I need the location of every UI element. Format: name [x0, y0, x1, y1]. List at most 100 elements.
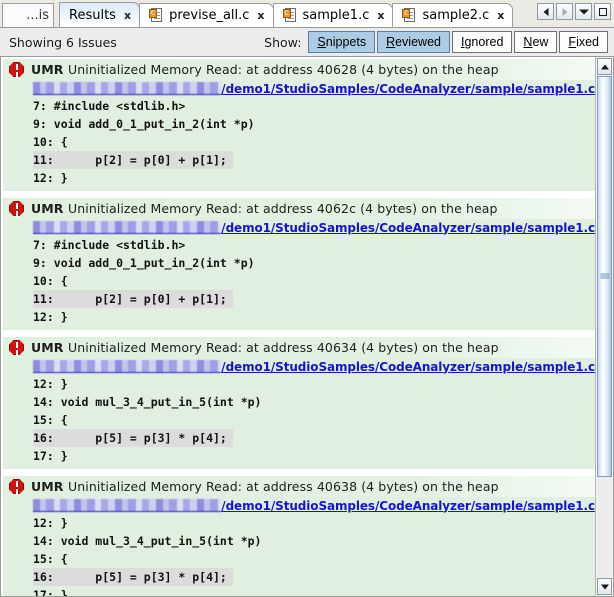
code-line: 15: { [33, 413, 68, 427]
code-line: 9: void add_0_1_put_in_2(int *p) [33, 256, 255, 270]
show-label: Show: [264, 34, 302, 50]
code-snippet: 7: #include <stdlib.h> 9: void add_0_1_pu… [3, 97, 595, 191]
issue-path-link[interactable]: /demo1/StudioSamples/CodeAnalyzer/sample… [221, 82, 595, 96]
tab-list-dropdown-button[interactable] [575, 3, 592, 20]
code-line-highlighted: 11: p[2] = p[0] + p[1]; [33, 151, 233, 169]
issue-path-row[interactable]: /demo1/StudioSamples/CodeAnalyzer/sample… [3, 497, 595, 514]
redacted-path-prefix [33, 360, 222, 373]
tab-close-icon[interactable]: x [257, 9, 264, 22]
tab-label: sample2.c [422, 8, 490, 23]
issue-description: Uninitialized Memory Read: at address 40… [67, 201, 498, 216]
mnemonic: S [317, 35, 326, 49]
tab-close-icon[interactable]: x [497, 9, 504, 22]
tab-nav-buttons [537, 3, 611, 20]
tab-close-icon[interactable]: x [377, 9, 384, 22]
code-line: 12: } [33, 310, 68, 324]
square-icon [598, 7, 607, 16]
redacted-path-prefix [33, 221, 222, 234]
code-line: 17: } [33, 588, 68, 596]
code-snippet: 7: #include <stdlib.h> 9: void add_0_1_pu… [3, 236, 595, 330]
filter-fixed-button[interactable]: Fixed [559, 31, 608, 53]
issue-path-link[interactable]: /demo1/StudioSamples/CodeAnalyzer/sample… [221, 221, 595, 235]
code-line: 7: #include <stdlib.h> [33, 99, 186, 113]
code-line: 12: } [33, 171, 68, 185]
filter-label-rest: gnored [464, 35, 504, 49]
tab-truncated-previous[interactable]: ...is [2, 3, 54, 27]
filter-snippets-button[interactable]: Snippets [308, 31, 376, 53]
issue-path-link[interactable]: /demo1/StudioSamples/CodeAnalyzer/sample… [221, 360, 595, 374]
issue-header[interactable]: UMR Uninitialized Memory Read: at addres… [3, 476, 595, 497]
issue-list[interactable]: UMR Uninitialized Memory Read: at addres… [1, 57, 595, 596]
tab-previse-all-c[interactable]: C previse_all.c x [139, 3, 274, 27]
filter-reviewed-button[interactable]: Reviewed [377, 31, 450, 53]
code-snippet: 12: } 14: void mul_3_4_put_in_5(int *p) 15… [3, 375, 595, 469]
code-line: 9: void add_0_1_put_in_2(int *p) [33, 117, 255, 131]
issue-title: UMR Uninitialized Memory Read: at addres… [31, 62, 499, 77]
redacted-path-prefix [33, 82, 222, 95]
scroll-tabs-right-button[interactable] [556, 3, 573, 20]
results-vertical-scrollbar[interactable] [595, 57, 613, 596]
issue-path-row[interactable]: /demo1/StudioSamples/CodeAnalyzer/sample… [3, 219, 595, 236]
issue-title: UMR Uninitialized Memory Read: at addres… [31, 340, 499, 355]
code-line: 17: } [33, 449, 68, 463]
issue-path-row[interactable]: /demo1/StudioSamples/CodeAnalyzer/sample… [3, 80, 595, 97]
c-source-file-icon: C [402, 8, 417, 23]
tab-label: previse_all.c [169, 8, 250, 23]
left-triangle-icon [543, 7, 548, 16]
code-analyzer-results-window: ...is Results x C previse_all.c x C samp… [0, 0, 614, 597]
code-snippet: 12: } 14: void mul_3_4_put_in_5(int *p) 15… [3, 514, 595, 596]
issue-header[interactable]: UMR Uninitialized Memory Read: at addres… [3, 59, 595, 80]
chevron-down-icon [578, 9, 589, 14]
issue-title: UMR Uninitialized Memory Read: at addres… [31, 201, 498, 216]
issue-code: UMR [31, 479, 64, 494]
tab-results[interactable]: Results x [59, 2, 141, 27]
tab-sample2-c[interactable]: C sample2.c x [392, 3, 514, 27]
c-source-file-icon: C [149, 8, 164, 23]
scroll-down-button[interactable] [597, 578, 612, 595]
scrollbar-thumb[interactable] [597, 76, 612, 477]
filter-ignored-button[interactable]: Ignored [451, 31, 513, 53]
right-triangle-icon [562, 7, 567, 16]
scroll-up-icon [600, 64, 609, 69]
issue-item[interactable]: UMR Uninitialized Memory Read: at addres… [3, 476, 595, 596]
scroll-up-button[interactable] [597, 58, 612, 75]
code-line-highlighted: 16: p[5] = p[3] * p[4]; [33, 429, 233, 447]
filter-label-rest: eviewed [395, 35, 441, 49]
issue-description: Uninitialized Memory Read: at address 40… [67, 479, 499, 494]
scroll-down-icon [600, 584, 609, 589]
issue-description: Uninitialized Memory Read: at address 40… [67, 340, 499, 355]
scroll-tabs-left-button[interactable] [537, 3, 554, 20]
filter-new-button[interactable]: New [514, 31, 558, 53]
filter-label-rest: ew [532, 35, 549, 49]
issue-item[interactable]: UMR Uninitialized Memory Read: at addres… [3, 198, 595, 330]
issue-item[interactable]: UMR Uninitialized Memory Read: at addres… [3, 337, 595, 469]
error-icon [9, 340, 24, 355]
scrollbar-track[interactable] [597, 76, 612, 577]
tab-close-icon[interactable]: x [124, 9, 131, 22]
filter-label-rest: ixed [576, 35, 599, 49]
code-line-highlighted: 16: p[5] = p[3] * p[4]; [33, 568, 233, 586]
code-line: 10: { [33, 135, 68, 149]
issue-count-status: Showing 6 Issues [9, 34, 117, 50]
tab-label: sample1.c [302, 8, 370, 23]
mnemonic: F [568, 35, 577, 49]
issue-code: UMR [31, 62, 64, 77]
error-icon [9, 62, 24, 77]
issue-path-row[interactable]: /demo1/StudioSamples/CodeAnalyzer/sample… [3, 358, 595, 375]
issue-code: UMR [31, 340, 64, 355]
issue-item[interactable]: UMR Uninitialized Memory Read: at addres… [3, 59, 595, 191]
code-line: 12: } [33, 377, 68, 391]
tab-label: Results [69, 7, 116, 23]
code-line: 14: void mul_3_4_put_in_5(int *p) [33, 395, 262, 409]
code-line: 10: { [33, 274, 68, 288]
c-source-file-icon: C [282, 8, 298, 23]
issue-path-link[interactable]: /demo1/StudioSamples/CodeAnalyzer/sample… [221, 499, 595, 513]
editor-tab-bar: ...is Results x C previse_all.c x C samp… [0, 0, 614, 28]
issue-header[interactable]: UMR Uninitialized Memory Read: at addres… [3, 337, 595, 358]
results-content: UMR Uninitialized Memory Read: at addres… [0, 57, 614, 597]
filter-label-rest: nippets [325, 35, 367, 49]
maximize-view-button[interactable] [594, 3, 611, 20]
issue-header[interactable]: UMR Uninitialized Memory Read: at addres… [3, 198, 595, 219]
tab-sample1-c[interactable]: C sample1.c x [272, 3, 394, 27]
code-line: 12: } [33, 516, 68, 530]
